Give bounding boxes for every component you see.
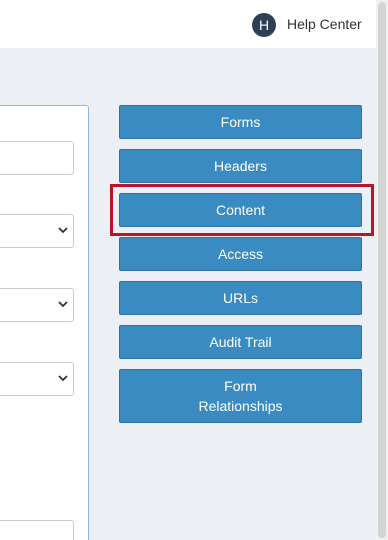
form-relationships-label: Form Relationships (198, 376, 282, 416)
headers-button[interactable]: Headers (119, 149, 362, 183)
form-relationships-line2: Relationships (198, 398, 283, 414)
scrollbar-thumb[interactable] (378, 2, 386, 538)
text-input[interactable] (0, 141, 74, 175)
select-dropdown-2[interactable] (0, 288, 74, 322)
select-dropdown-3[interactable] (0, 362, 74, 396)
form-panel (0, 105, 89, 540)
audit-trail-button[interactable]: Audit Trail (119, 325, 362, 359)
urls-button[interactable]: URLs (119, 281, 362, 315)
chevron-down-icon (58, 301, 68, 308)
text-input-bottom[interactable] (0, 520, 74, 540)
top-bar: H Help Center (0, 0, 376, 48)
forms-button[interactable]: Forms (119, 105, 362, 139)
form-relationships-line1: Form (224, 378, 257, 394)
access-button[interactable]: Access (119, 237, 362, 271)
vertical-scrollbar[interactable] (376, 0, 388, 540)
content-button[interactable]: Content (119, 193, 362, 227)
select-dropdown-1[interactable] (0, 214, 74, 248)
chevron-down-icon (58, 375, 68, 382)
form-relationships-button[interactable]: Form Relationships (119, 369, 362, 423)
user-avatar[interactable]: H (252, 13, 276, 37)
help-center-link[interactable]: Help Center (287, 16, 362, 32)
chevron-down-icon (58, 227, 68, 234)
